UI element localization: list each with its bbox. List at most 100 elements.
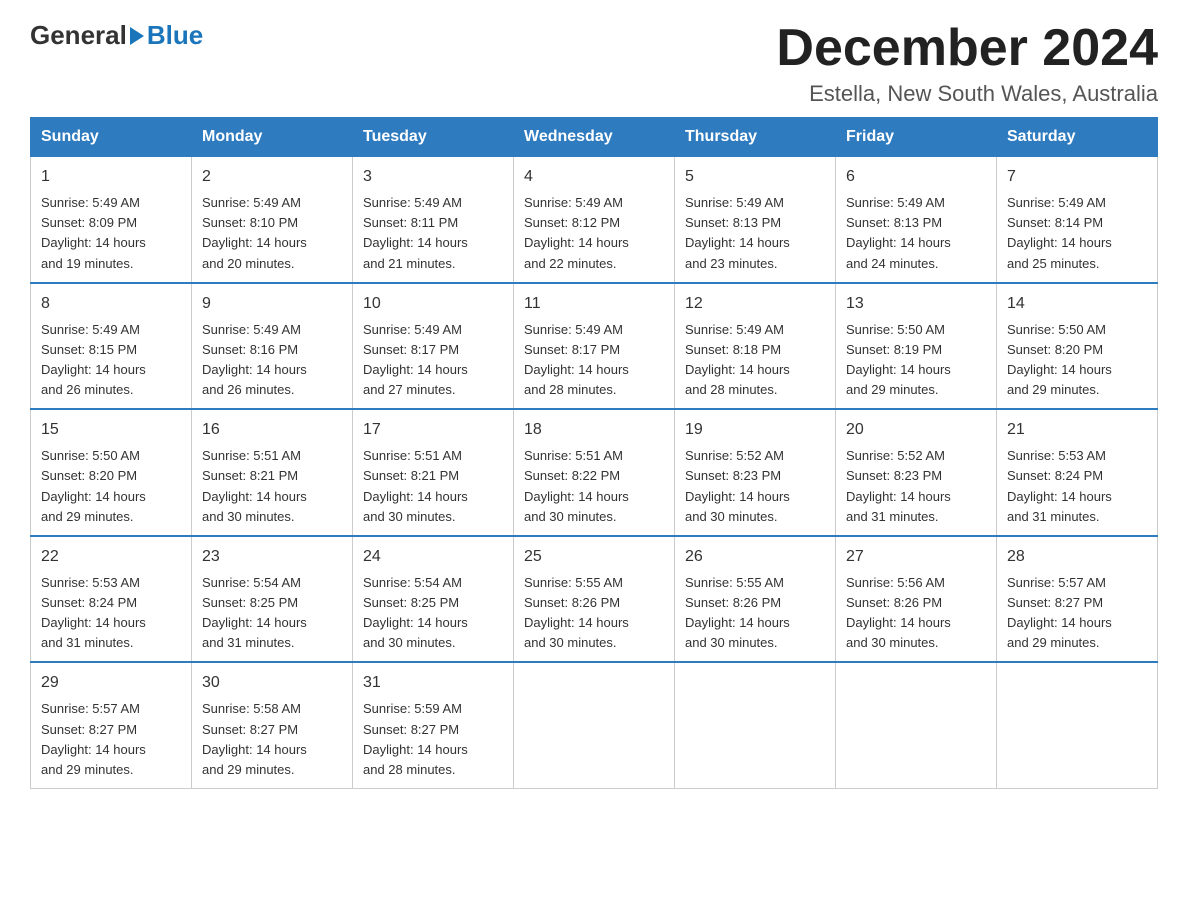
day-info: Sunrise: 5:52 AMSunset: 8:23 PMDaylight:… xyxy=(685,448,790,523)
logo-general-text: General xyxy=(30,20,127,51)
day-info: Sunrise: 5:49 AMSunset: 8:11 PMDaylight:… xyxy=(363,195,468,270)
calendar-cell: 15 Sunrise: 5:50 AMSunset: 8:20 PMDaylig… xyxy=(31,409,192,536)
day-number: 22 xyxy=(41,545,181,569)
calendar-cell: 3 Sunrise: 5:49 AMSunset: 8:11 PMDayligh… xyxy=(353,157,514,283)
calendar-cell: 5 Sunrise: 5:49 AMSunset: 8:13 PMDayligh… xyxy=(675,157,836,283)
day-number: 2 xyxy=(202,165,342,189)
day-info: Sunrise: 5:56 AMSunset: 8:26 PMDaylight:… xyxy=(846,575,951,650)
calendar-cell: 10 Sunrise: 5:49 AMSunset: 8:17 PMDaylig… xyxy=(353,283,514,410)
calendar-week-row-5: 29 Sunrise: 5:57 AMSunset: 8:27 PMDaylig… xyxy=(31,662,1158,788)
col-friday: Friday xyxy=(836,118,997,157)
calendar-cell: 6 Sunrise: 5:49 AMSunset: 8:13 PMDayligh… xyxy=(836,157,997,283)
calendar-cell: 12 Sunrise: 5:49 AMSunset: 8:18 PMDaylig… xyxy=(675,283,836,410)
day-info: Sunrise: 5:50 AMSunset: 8:20 PMDaylight:… xyxy=(1007,322,1112,397)
day-info: Sunrise: 5:49 AMSunset: 8:18 PMDaylight:… xyxy=(685,322,790,397)
day-info: Sunrise: 5:49 AMSunset: 8:14 PMDaylight:… xyxy=(1007,195,1112,270)
day-info: Sunrise: 5:51 AMSunset: 8:21 PMDaylight:… xyxy=(363,448,468,523)
col-monday: Monday xyxy=(192,118,353,157)
calendar-week-row-4: 22 Sunrise: 5:53 AMSunset: 8:24 PMDaylig… xyxy=(31,536,1158,663)
calendar-cell: 19 Sunrise: 5:52 AMSunset: 8:23 PMDaylig… xyxy=(675,409,836,536)
calendar-cell: 7 Sunrise: 5:49 AMSunset: 8:14 PMDayligh… xyxy=(997,157,1158,283)
calendar-cell xyxy=(514,662,675,788)
day-info: Sunrise: 5:57 AMSunset: 8:27 PMDaylight:… xyxy=(1007,575,1112,650)
day-number: 20 xyxy=(846,418,986,442)
day-number: 15 xyxy=(41,418,181,442)
day-number: 7 xyxy=(1007,165,1147,189)
calendar-week-row-2: 8 Sunrise: 5:49 AMSunset: 8:15 PMDayligh… xyxy=(31,283,1158,410)
calendar-table: Sunday Monday Tuesday Wednesday Thursday… xyxy=(30,117,1158,789)
title-block: December 2024 Estella, New South Wales, … xyxy=(776,20,1158,107)
calendar-cell: 21 Sunrise: 5:53 AMSunset: 8:24 PMDaylig… xyxy=(997,409,1158,536)
day-number: 29 xyxy=(41,671,181,695)
day-info: Sunrise: 5:55 AMSunset: 8:26 PMDaylight:… xyxy=(524,575,629,650)
day-info: Sunrise: 5:49 AMSunset: 8:12 PMDaylight:… xyxy=(524,195,629,270)
calendar-cell: 11 Sunrise: 5:49 AMSunset: 8:17 PMDaylig… xyxy=(514,283,675,410)
day-number: 17 xyxy=(363,418,503,442)
day-number: 24 xyxy=(363,545,503,569)
day-number: 28 xyxy=(1007,545,1147,569)
col-sunday: Sunday xyxy=(31,118,192,157)
col-wednesday: Wednesday xyxy=(514,118,675,157)
day-number: 9 xyxy=(202,292,342,316)
day-info: Sunrise: 5:50 AMSunset: 8:20 PMDaylight:… xyxy=(41,448,146,523)
day-number: 21 xyxy=(1007,418,1147,442)
calendar-week-row-3: 15 Sunrise: 5:50 AMSunset: 8:20 PMDaylig… xyxy=(31,409,1158,536)
calendar-cell xyxy=(836,662,997,788)
day-info: Sunrise: 5:49 AMSunset: 8:10 PMDaylight:… xyxy=(202,195,307,270)
day-number: 10 xyxy=(363,292,503,316)
day-number: 27 xyxy=(846,545,986,569)
day-info: Sunrise: 5:51 AMSunset: 8:21 PMDaylight:… xyxy=(202,448,307,523)
subtitle: Estella, New South Wales, Australia xyxy=(776,81,1158,107)
day-number: 5 xyxy=(685,165,825,189)
day-info: Sunrise: 5:53 AMSunset: 8:24 PMDaylight:… xyxy=(41,575,146,650)
day-info: Sunrise: 5:49 AMSunset: 8:15 PMDaylight:… xyxy=(41,322,146,397)
calendar-cell: 24 Sunrise: 5:54 AMSunset: 8:25 PMDaylig… xyxy=(353,536,514,663)
day-info: Sunrise: 5:54 AMSunset: 8:25 PMDaylight:… xyxy=(202,575,307,650)
day-number: 3 xyxy=(363,165,503,189)
calendar-cell: 26 Sunrise: 5:55 AMSunset: 8:26 PMDaylig… xyxy=(675,536,836,663)
page-header: General Blue December 2024 Estella, New … xyxy=(30,20,1158,107)
calendar-cell: 25 Sunrise: 5:55 AMSunset: 8:26 PMDaylig… xyxy=(514,536,675,663)
day-number: 6 xyxy=(846,165,986,189)
day-info: Sunrise: 5:49 AMSunset: 8:09 PMDaylight:… xyxy=(41,195,146,270)
col-saturday: Saturday xyxy=(997,118,1158,157)
day-info: Sunrise: 5:59 AMSunset: 8:27 PMDaylight:… xyxy=(363,701,468,776)
day-info: Sunrise: 5:55 AMSunset: 8:26 PMDaylight:… xyxy=(685,575,790,650)
calendar-cell: 22 Sunrise: 5:53 AMSunset: 8:24 PMDaylig… xyxy=(31,536,192,663)
day-number: 25 xyxy=(524,545,664,569)
day-info: Sunrise: 5:52 AMSunset: 8:23 PMDaylight:… xyxy=(846,448,951,523)
calendar-cell: 30 Sunrise: 5:58 AMSunset: 8:27 PMDaylig… xyxy=(192,662,353,788)
calendar-cell: 28 Sunrise: 5:57 AMSunset: 8:27 PMDaylig… xyxy=(997,536,1158,663)
day-number: 4 xyxy=(524,165,664,189)
calendar-cell: 23 Sunrise: 5:54 AMSunset: 8:25 PMDaylig… xyxy=(192,536,353,663)
col-thursday: Thursday xyxy=(675,118,836,157)
calendar-cell: 17 Sunrise: 5:51 AMSunset: 8:21 PMDaylig… xyxy=(353,409,514,536)
day-number: 11 xyxy=(524,292,664,316)
page-title: December 2024 xyxy=(776,20,1158,77)
day-number: 26 xyxy=(685,545,825,569)
calendar-cell: 1 Sunrise: 5:49 AMSunset: 8:09 PMDayligh… xyxy=(31,157,192,283)
calendar-cell xyxy=(675,662,836,788)
col-tuesday: Tuesday xyxy=(353,118,514,157)
logo: General Blue xyxy=(30,20,203,51)
day-info: Sunrise: 5:53 AMSunset: 8:24 PMDaylight:… xyxy=(1007,448,1112,523)
calendar-cell: 14 Sunrise: 5:50 AMSunset: 8:20 PMDaylig… xyxy=(997,283,1158,410)
day-info: Sunrise: 5:50 AMSunset: 8:19 PMDaylight:… xyxy=(846,322,951,397)
day-number: 1 xyxy=(41,165,181,189)
day-info: Sunrise: 5:54 AMSunset: 8:25 PMDaylight:… xyxy=(363,575,468,650)
calendar-cell: 8 Sunrise: 5:49 AMSunset: 8:15 PMDayligh… xyxy=(31,283,192,410)
calendar-cell xyxy=(997,662,1158,788)
day-number: 31 xyxy=(363,671,503,695)
calendar-cell: 13 Sunrise: 5:50 AMSunset: 8:19 PMDaylig… xyxy=(836,283,997,410)
day-info: Sunrise: 5:49 AMSunset: 8:17 PMDaylight:… xyxy=(363,322,468,397)
day-info: Sunrise: 5:49 AMSunset: 8:13 PMDaylight:… xyxy=(846,195,951,270)
day-number: 30 xyxy=(202,671,342,695)
calendar-cell: 31 Sunrise: 5:59 AMSunset: 8:27 PMDaylig… xyxy=(353,662,514,788)
calendar-week-row-1: 1 Sunrise: 5:49 AMSunset: 8:09 PMDayligh… xyxy=(31,157,1158,283)
day-info: Sunrise: 5:58 AMSunset: 8:27 PMDaylight:… xyxy=(202,701,307,776)
calendar-cell: 29 Sunrise: 5:57 AMSunset: 8:27 PMDaylig… xyxy=(31,662,192,788)
logo-blue-text: Blue xyxy=(147,20,203,51)
day-number: 19 xyxy=(685,418,825,442)
day-number: 23 xyxy=(202,545,342,569)
day-info: Sunrise: 5:49 AMSunset: 8:17 PMDaylight:… xyxy=(524,322,629,397)
